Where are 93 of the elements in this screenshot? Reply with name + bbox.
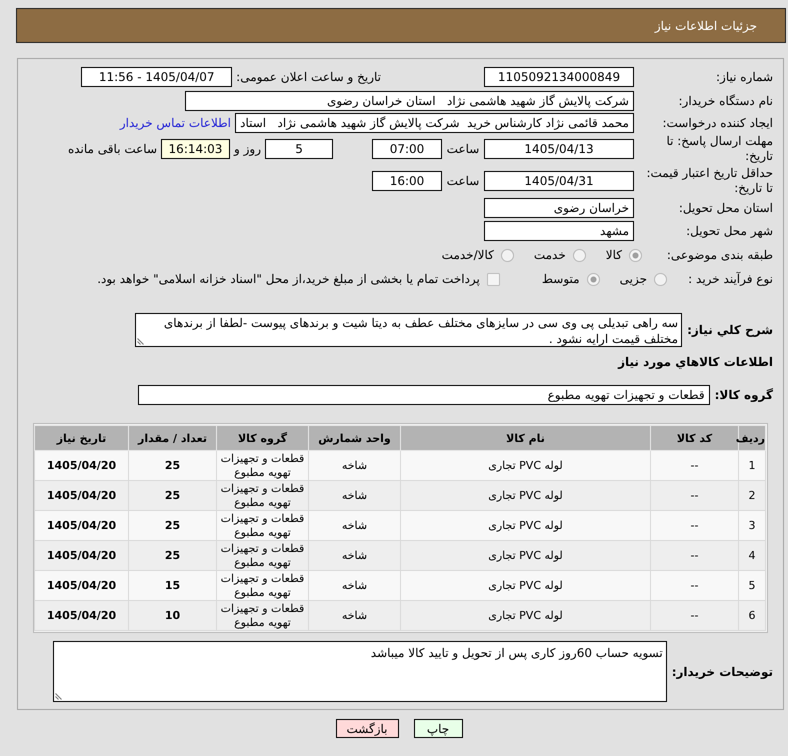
response-deadline-label: مهلت ارسال پاسخ: تا تاریخ: [666,134,773,163]
delivery-city-label: شهر محل تحویل: [686,224,773,238]
days-remaining-field[interactable]: 5 [265,139,333,159]
delivery-province-field[interactable]: خراسان رضوی [484,198,634,218]
table-cell: -- [650,450,738,480]
table-cell: لوله PVC تجاری [400,600,650,630]
column-header: نام کالا [400,426,650,450]
column-header: ردیف [738,426,766,450]
table-cell: 15 [128,570,216,600]
table-cell: لوله PVC تجاری [400,540,650,570]
announcement-date-field[interactable]: 1405/04/07 - 11:56 [81,67,232,87]
table-cell: 3 [738,510,766,540]
category-radio-option[interactable]: کالا/خدمت [442,248,514,262]
table-cell: 10 [128,600,216,630]
table-cell: 1405/04/20 [34,510,128,540]
category-radio-option[interactable]: خدمت [534,248,586,262]
table-cell: لوله PVC تجاری [400,450,650,480]
requester-label: ایجاد کننده درخواست: [662,116,773,130]
validity-time-field[interactable]: 16:00 [372,171,442,191]
table-cell: 1405/04/20 [34,540,128,570]
table-cell: -- [650,480,738,510]
price-validity-label: حداقل تاریخ اعتبار قیمت: تا تاریخ: [646,166,773,195]
description-field[interactable]: سه راهی تبدیلی پی وی سی در سایزهای مختلف عطف به دیتا شیت و برندهای پیوست -لطفا از برندهای مختلف قیمت ارایه نشود . [135,313,682,347]
table-cell: -- [650,600,738,630]
table-cell: 1405/04/20 [34,600,128,630]
table-cell: لوله PVC تجاری [400,510,650,540]
table-cell: 2 [738,480,766,510]
table-cell: 25 [128,480,216,510]
goods-group-field[interactable]: قطعات و تجهیزات تهویه مطبوع [138,385,710,405]
buyer-notes-label: توضیحات خریدار: [670,664,773,678]
table-cell: قطعات و تجهیزات تهویه مطبوع [216,540,308,570]
delivery-city-field[interactable]: مشهد [484,221,634,241]
validity-date-field[interactable]: 1405/04/31 [484,171,634,191]
time-label: ساعت [446,142,480,156]
goods-group-label: گروه کالا: [714,388,773,402]
need-number-label: شماره نیاز: [716,70,773,84]
table-cell: قطعات و تجهیزات تهویه مطبوع [216,480,308,510]
table-cell: شاخه [308,450,400,480]
table-cell: 25 [128,450,216,480]
resize-grip-icon[interactable] [137,336,146,345]
table-cell: شاخه [308,480,400,510]
time-remaining-field[interactable]: 16:14:03 [161,139,230,159]
print-button[interactable]: چاپ [414,719,462,738]
category-radio-option[interactable]: کالا [606,248,642,262]
announcement-date-label: تاریخ و ساعت اعلان عمومی: [236,70,381,84]
column-header: گروه کالا [216,426,308,450]
requester-field[interactable]: محمد قائمی نژاد کارشناس خرید شرکت پالایش گاز شهید هاشمی نژاد استاد [235,113,634,133]
table-cell: 1405/04/20 [34,570,128,600]
buyer-organization-field[interactable]: شرکت پالایش گاز شهید هاشمی نژاد استان خراسان رضوی [185,91,634,111]
table-cell: 1405/04/20 [34,480,128,510]
need-number-field[interactable]: 1105092134000849 [484,67,634,87]
resize-grip-icon[interactable] [55,691,64,700]
buyer-organization-label: نام دستگاه خریدار: [678,94,773,108]
time-label: ساعت [446,174,480,188]
table-cell: قطعات و تجهیزات تهویه مطبوع [216,600,308,630]
table-cell: 1 [738,450,766,480]
goods-section-title: اطلاعات کالاهاي مورد نياز [616,355,773,369]
table-cell: 25 [128,510,216,540]
table-cell: 1405/04/20 [34,450,128,480]
table-cell: شاخه [308,510,400,540]
time-remaining-label: ساعت باقی مانده [68,142,157,156]
days-label: روز و [234,142,261,156]
table-cell: -- [650,540,738,570]
table-cell: 6 [738,600,766,630]
table-cell: 4 [738,540,766,570]
table-cell: لوله PVC تجاری [400,570,650,600]
purchase-process-label: نوع فرآیند خرید : [688,272,773,286]
process-radio-option[interactable]: جزیی [620,272,667,286]
description-label: شرح کلي نياز: [686,323,773,337]
column-header: تعداد / مقدار [128,426,216,450]
column-header: تاریخ نیاز [34,426,128,450]
process-radio-option[interactable]: متوسط [542,272,600,286]
table-cell: شاخه [308,570,400,600]
table-cell: 25 [128,540,216,570]
column-header: واحد شمارش [308,426,400,450]
table-cell: -- [650,510,738,540]
contact-info-link[interactable]: اطلاعات تماس خریدار [120,116,231,130]
table-cell: شاخه [308,600,400,630]
table-cell: 5 [738,570,766,600]
deadline-date-field[interactable]: 1405/04/13 [484,139,634,159]
treasury-payment-checkbox-option[interactable]: پرداخت تمام یا بخشی از مبلغ خرید،از محل "اسناد خزانه اسلامی" خواهد بود. [97,272,500,286]
table-cell: شاخه [308,540,400,570]
table-cell: -- [650,570,738,600]
delivery-province-label: استان محل تحویل: [678,200,773,214]
buyer-notes-field[interactable]: تسویه حساب 60روز کاری پس از تحویل و تایید کالا میباشد [53,641,667,702]
back-button[interactable]: بازگشت [336,719,398,738]
table-cell: قطعات و تجهیزات تهویه مطبوع [216,570,308,600]
page-title: جزئیات اطلاعات نیاز [654,18,757,32]
deadline-time-field[interactable]: 07:00 [372,139,442,159]
table-cell: قطعات و تجهیزات تهویه مطبوع [216,510,308,540]
table-cell: لوله PVC تجاری [400,480,650,510]
subject-category-label: طبقه بندی موضوعی: [666,248,773,262]
table-cell: قطعات و تجهیزات تهویه مطبوع [216,450,308,480]
